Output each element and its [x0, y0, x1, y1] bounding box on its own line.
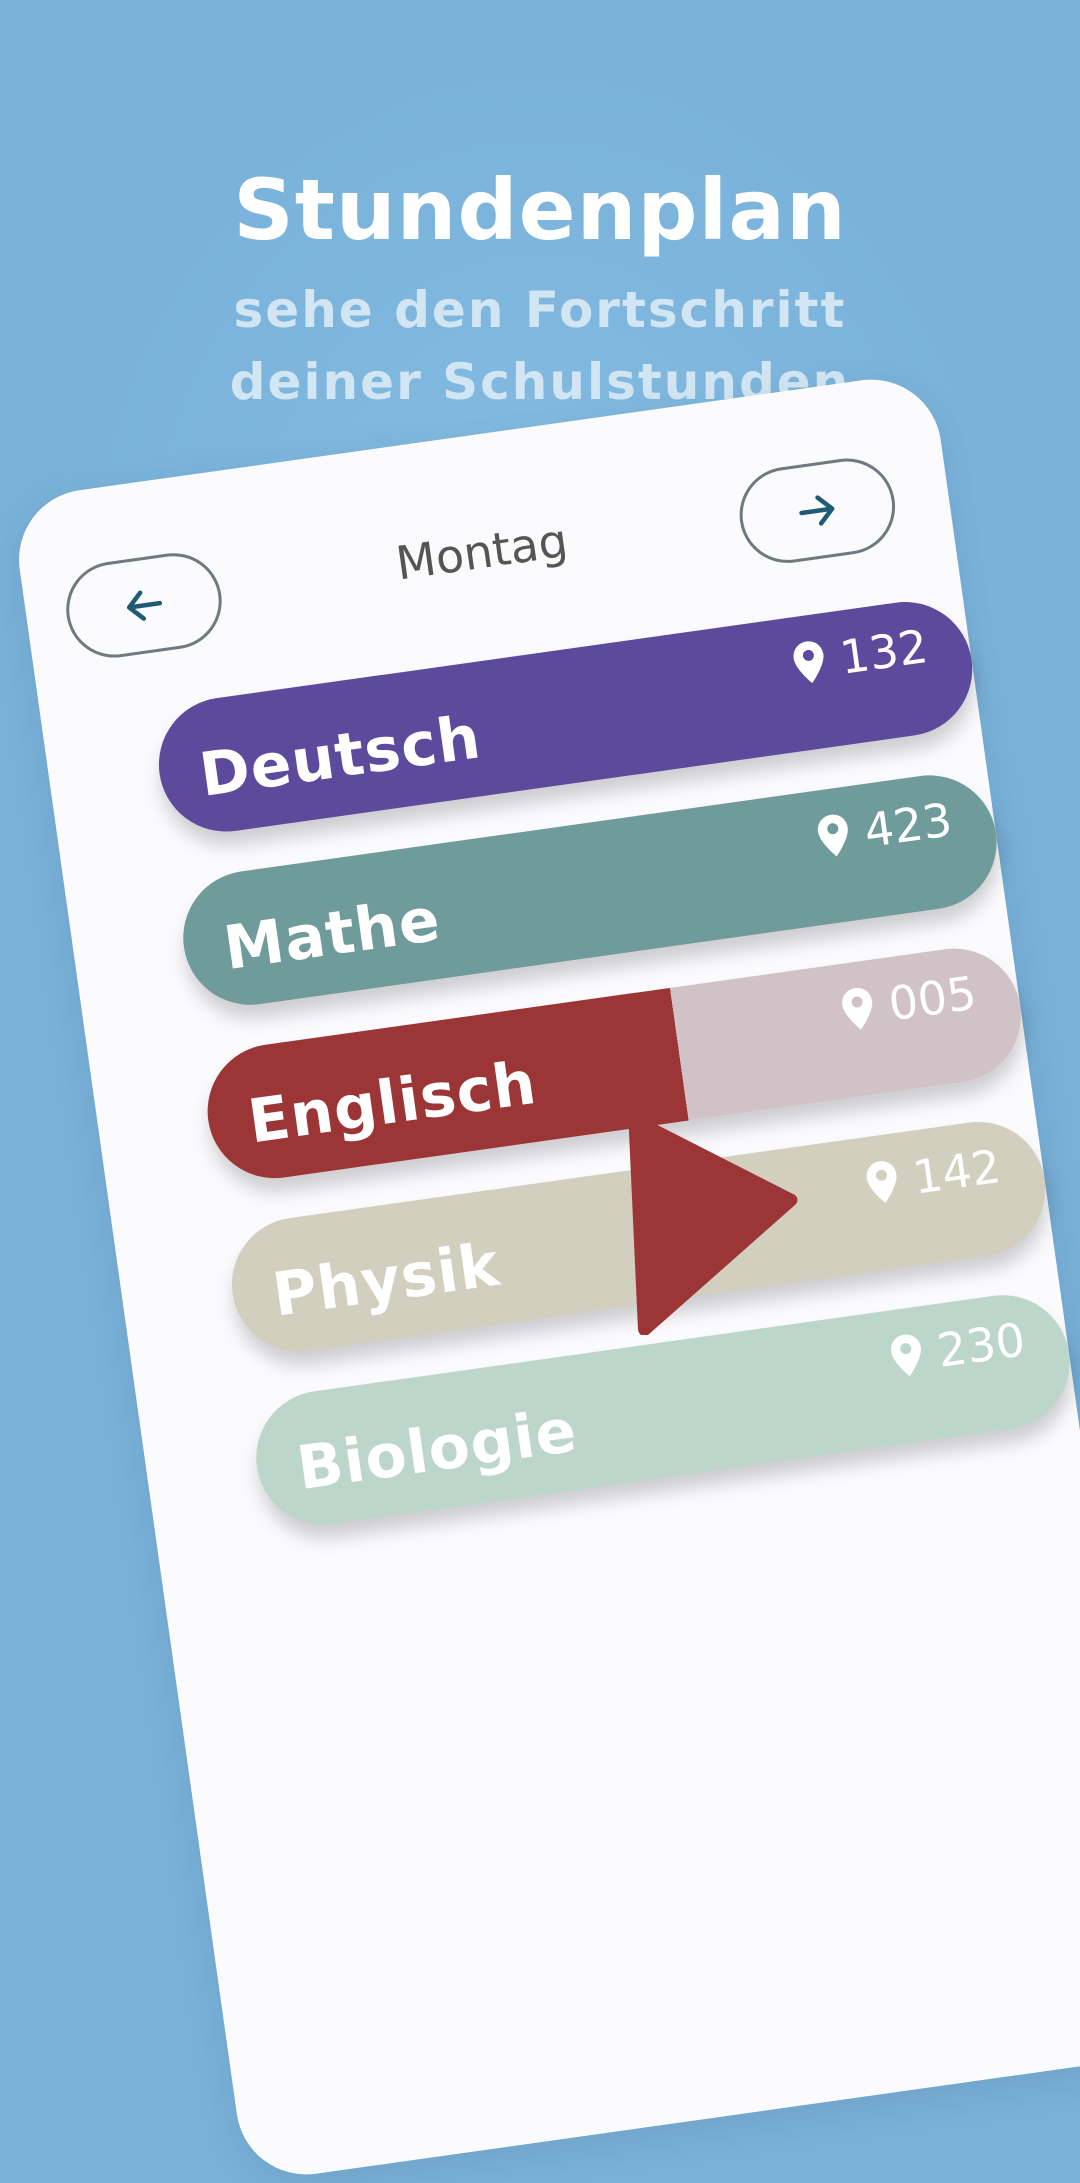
room-number: 142: [909, 1138, 1005, 1205]
room-number: 005: [885, 965, 980, 1032]
lesson-room: 132: [789, 619, 931, 691]
location-pin-icon: [793, 641, 824, 684]
arrow-left-icon: [126, 590, 163, 621]
lesson-name: Deutsch: [195, 702, 486, 811]
header: Stundenplan sehe den Fortschritt deiner …: [0, 160, 1080, 418]
highlight-arrow-icon: [628, 1110, 798, 1335]
page-title: Stundenplan: [233, 161, 847, 259]
arrow-right-icon: [799, 495, 835, 526]
room-number: 132: [836, 619, 931, 685]
room-number: 230: [933, 1312, 1029, 1378]
room-number: 423: [860, 792, 956, 859]
lesson-name: Physik: [268, 1229, 504, 1331]
day-title: Montag: [392, 513, 571, 591]
lesson-name: Biologie: [292, 1395, 582, 1505]
lesson-room: 423: [813, 792, 955, 864]
location-pin-icon: [818, 814, 848, 857]
next-day-button[interactable]: [733, 452, 902, 570]
location-pin-icon: [891, 1334, 922, 1377]
previous-day-button[interactable]: [60, 546, 228, 664]
location-pin-icon: [866, 1161, 897, 1203]
lesson-room: 005: [838, 966, 980, 1038]
location-pin-icon: [842, 987, 873, 1030]
lesson-room: 230: [886, 1312, 1028, 1384]
lesson-name: Englisch: [244, 1047, 541, 1158]
lesson-room: 142: [862, 1139, 1004, 1211]
phone-screen: Montag Deutsch 132 Mathe 423 Englisch 00…: [10, 370, 1080, 2183]
lesson-name: Mathe: [219, 884, 445, 985]
